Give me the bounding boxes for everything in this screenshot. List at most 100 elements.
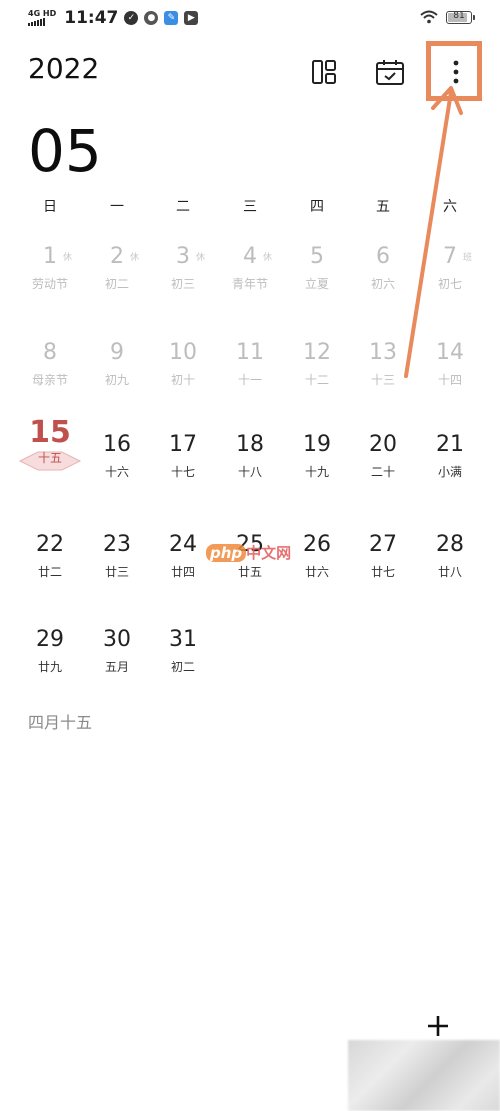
day-cell[interactable]: 19 十九 <box>284 432 350 492</box>
day-cell[interactable]: 5 立夏 <box>284 244 350 304</box>
day-cell[interactable]: 29 廿九 <box>17 627 83 687</box>
lunar-label: 初六 <box>370 277 395 291</box>
day-cell[interactable]: 6 初六 <box>350 244 416 304</box>
day-cell[interactable]: 21 小满 <box>417 432 483 492</box>
day-cell[interactable]: 14 十四 <box>417 340 483 400</box>
day-cell[interactable]: 26 廿六 <box>284 532 350 592</box>
weekday-label: 一 <box>110 199 124 215</box>
holiday-badge: 休 <box>263 253 273 263</box>
blurred-overlay <box>348 1040 500 1111</box>
lunar-label: 廿九 <box>37 660 62 674</box>
lunar-label: 母亲节 <box>31 373 68 387</box>
lunar-label: 十九 <box>304 465 329 479</box>
day-number: 10 <box>169 340 197 365</box>
lunar-label: 十三 <box>370 373 395 387</box>
weekday-label: 四 <box>310 199 324 215</box>
selected-lunar-date: 四月十五 <box>28 713 93 732</box>
day-number: 4 <box>243 244 257 269</box>
watermark: php 中文网 <box>206 542 291 563</box>
lunar-label: 立夏 <box>304 277 329 291</box>
day-cell[interactable]: 4 休青年节 <box>217 244 283 304</box>
lunar-label: 小满 <box>437 465 462 479</box>
day-number: 31 <box>169 627 197 652</box>
lunar-label: 廿六 <box>304 565 329 579</box>
day-cell[interactable]: 1 休劳动节 <box>17 244 83 304</box>
day-cell[interactable]: 28 廿八 <box>417 532 483 592</box>
day-cell[interactable]: 3 休初三 <box>150 244 216 304</box>
day-number: 11 <box>236 340 264 365</box>
holiday-badge: 休 <box>196 253 206 263</box>
lunar-label: 十五 <box>37 451 62 465</box>
day-number: 7 <box>443 244 457 269</box>
day-cell[interactable]: 17 十七 <box>150 432 216 492</box>
day-number: 14 <box>436 340 464 365</box>
day-cell[interactable]: 31 初二 <box>150 627 216 687</box>
weekday-label: 五 <box>376 199 390 215</box>
holiday-badge: 休 <box>130 253 140 263</box>
day-cell[interactable]: 27 廿七 <box>350 532 416 592</box>
lunar-label: 廿五 <box>237 565 262 579</box>
lunar-label: 廿八 <box>437 565 462 579</box>
day-cell[interactable]: 23 廿三 <box>84 532 150 592</box>
lunar-label: 廿三 <box>104 565 129 579</box>
weekday-label: 日 <box>43 199 57 215</box>
day-number: 18 <box>236 432 264 457</box>
day-cell[interactable]: 12 十二 <box>284 340 350 400</box>
lunar-label: 青年节 <box>231 277 268 291</box>
day-cell[interactable]: 11 十一 <box>217 340 283 400</box>
day-cell[interactable]: 7 班初七 <box>417 244 483 304</box>
day-number: 6 <box>376 244 390 269</box>
lunar-label: 十一 <box>237 373 262 387</box>
day-cell[interactable]: 2 休初二 <box>84 244 150 304</box>
day-cell[interactable]: 22 廿二 <box>17 532 83 592</box>
day-number: 20 <box>369 432 397 457</box>
day-cell[interactable]: 9 初九 <box>84 340 150 400</box>
day-cell[interactable]: 16 十六 <box>84 432 150 492</box>
day-cell[interactable]: 10 初十 <box>150 340 216 400</box>
lunar-label: 十八 <box>237 465 262 479</box>
day-number: 5 <box>310 244 324 269</box>
day-number: 26 <box>303 532 331 557</box>
day-cell[interactable]: 8 母亲节 <box>17 340 83 400</box>
lunar-label: 廿七 <box>370 565 395 579</box>
lunar-label: 十二 <box>304 373 329 387</box>
lunar-label: 初十 <box>170 373 195 387</box>
day-number: 27 <box>369 532 397 557</box>
lunar-label: 初三 <box>170 277 195 291</box>
lunar-label: 十六 <box>104 465 129 479</box>
day-number: 28 <box>436 532 464 557</box>
day-cell[interactable]: 18 十八 <box>217 432 283 492</box>
day-number: 15 <box>29 415 71 450</box>
day-number: 21 <box>436 432 464 457</box>
day-number: 13 <box>369 340 397 365</box>
day-number: 19 <box>303 432 331 457</box>
lunar-label: 十四 <box>437 373 462 387</box>
day-number: 1 <box>43 244 57 269</box>
day-number: 3 <box>176 244 190 269</box>
add-event-button[interactable] <box>420 1008 456 1044</box>
day-number: 16 <box>103 432 131 457</box>
lunar-label: 初七 <box>437 277 462 291</box>
day-cell[interactable]: 13 十三 <box>350 340 416 400</box>
day-number: 22 <box>36 532 64 557</box>
watermark-text: 中文网 <box>246 544 292 562</box>
day-number: 2 <box>110 244 124 269</box>
day-number: 17 <box>169 432 197 457</box>
weekday-label: 六 <box>443 199 457 215</box>
day-cell-today[interactable]: 15 十五 <box>17 418 83 478</box>
lunar-label: 廿四 <box>170 565 195 579</box>
lunar-label: 劳动节 <box>31 277 68 291</box>
lunar-label: 廿二 <box>37 565 62 579</box>
day-number: 9 <box>110 340 124 365</box>
day-cell[interactable]: 20 二十 <box>350 432 416 492</box>
day-number: 12 <box>303 340 331 365</box>
day-cell[interactable]: 30 五月 <box>84 627 150 687</box>
lunar-label: 五月 <box>104 660 129 674</box>
weekday-label: 二 <box>176 199 190 215</box>
day-number: 23 <box>103 532 131 557</box>
day-number: 30 <box>103 627 131 652</box>
month-title: 05 <box>28 117 102 185</box>
holiday-badge: 休 <box>63 253 73 263</box>
watermark-logo: php <box>206 544 247 562</box>
lunar-label: 初九 <box>104 373 129 387</box>
